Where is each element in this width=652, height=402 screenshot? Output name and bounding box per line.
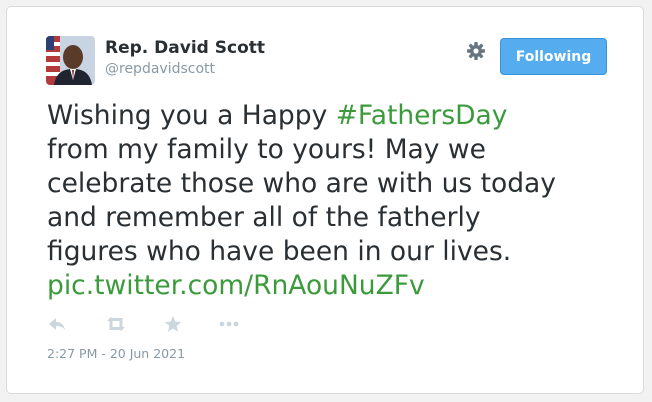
retweet-button[interactable] <box>104 313 128 335</box>
following-button[interactable]: Following <box>500 38 607 75</box>
tweet-card: Rep. David Scott @repdavidscott Followin… <box>6 6 644 394</box>
tweet-timestamp[interactable]: 2:27 PM - 20 Jun 2021 <box>47 346 185 361</box>
reply-button[interactable] <box>47 313 71 335</box>
gear-icon[interactable] <box>466 41 486 61</box>
more-button[interactable] <box>217 313 241 335</box>
tweet-text-line-2: from my family to yours! May we <box>47 134 486 165</box>
user-handle[interactable]: @repdavidscott <box>105 61 215 77</box>
reply-icon <box>49 318 65 330</box>
hashtag-link[interactable]: #FathersDay <box>336 100 508 131</box>
pic-link[interactable]: pic.twitter.com/RnAouNuZFv <box>47 270 425 301</box>
retweet-icon <box>107 317 125 331</box>
tweet-text-line-3: celebrate those who are with us today <box>47 168 556 199</box>
tweet-text-line-4: and remember all of the fatherly <box>47 202 481 233</box>
tweet-text-line-5: figures who have been in our lives. <box>47 236 512 267</box>
favorite-button[interactable] <box>161 313 185 335</box>
display-name[interactable]: Rep. David Scott <box>105 38 265 58</box>
avatar[interactable] <box>46 36 95 85</box>
tweet-text-intro: Wishing you a Happy <box>47 100 336 131</box>
more-icon <box>219 321 239 327</box>
tweet-text: Wishing you a Happy #FathersDay from my f… <box>47 99 622 303</box>
favorite-icon <box>164 316 182 332</box>
